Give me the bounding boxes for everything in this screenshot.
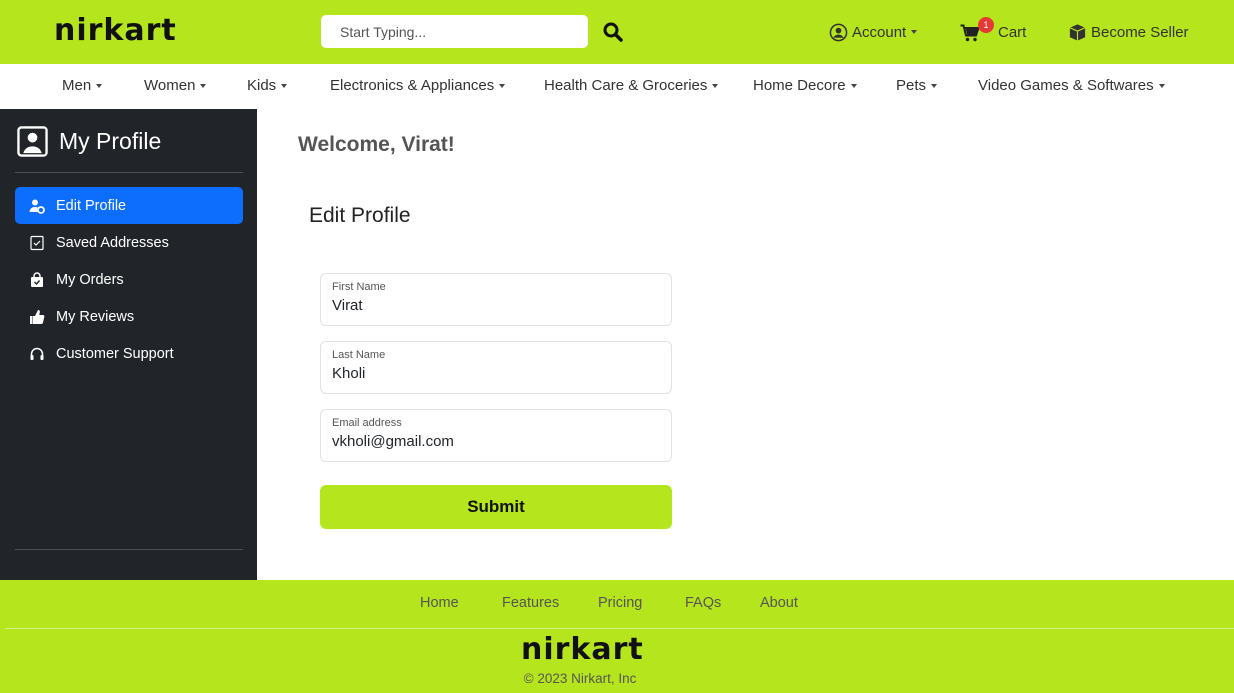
category-men[interactable]: Men	[62, 77, 103, 94]
brand-logo[interactable]: nirkart	[54, 13, 177, 48]
footer-link-pricing[interactable]: Pricing	[598, 595, 642, 611]
footer-divider	[5, 628, 1234, 629]
category-home-decore[interactable]: Home Decore	[753, 77, 857, 94]
bag-icon	[31, 271, 43, 287]
category-health-care[interactable]: Health Care & Groceries	[544, 77, 719, 94]
cart-label: Cart	[998, 23, 1027, 41]
footer-link-about[interactable]: About	[760, 595, 798, 611]
footer-link-faqs[interactable]: FAQs	[685, 595, 721, 611]
person-square-icon	[17, 126, 48, 157]
category-kids[interactable]: Kids	[247, 77, 288, 94]
email-label: Email address	[332, 417, 402, 429]
sidebar-item-saved-addresses[interactable]: Saved Addresses	[15, 224, 243, 261]
divider	[15, 549, 243, 550]
footer: Home Features Pricing FAQs About nirkart…	[0, 580, 1234, 693]
address-card-icon	[30, 235, 44, 250]
sidebar-title: My Profile	[17, 126, 161, 157]
headset-icon	[30, 347, 44, 360]
chevron-down-icon	[1158, 83, 1165, 88]
chevron-down-icon	[499, 83, 506, 88]
category-label: Men	[62, 77, 92, 94]
sidebar-item-label: Edit Profile	[56, 197, 127, 214]
box-icon	[1069, 23, 1086, 41]
category-pets[interactable]: Pets	[896, 77, 938, 94]
category-label: Video Games & Softwares	[978, 77, 1154, 94]
category-label: Kids	[247, 77, 277, 94]
category-electronics[interactable]: Electronics & Appliances	[330, 77, 506, 94]
sidebar-item-customer-support[interactable]: Customer Support	[15, 335, 243, 372]
welcome-heading: Welcome, Virat!	[298, 133, 455, 156]
user-circle-icon	[829, 23, 848, 41]
sidebar-item-label: My Orders	[56, 271, 124, 288]
chevron-down-icon	[200, 83, 207, 88]
profile-sidebar: My Profile Edit Profile Saved Addresses …	[0, 109, 257, 580]
category-label: Home Decore	[753, 77, 846, 94]
category-nav: Men Women Kids Electronics & Appliances …	[0, 64, 1234, 109]
category-video-games[interactable]: Video Games & Softwares	[978, 77, 1165, 94]
submit-button[interactable]: Submit	[320, 485, 672, 529]
copyright-text: © 2023 Nirkart, Inc	[523, 671, 637, 686]
first-name-input[interactable]	[332, 297, 662, 314]
category-label: Women	[144, 77, 196, 94]
category-label: Electronics & Appliances	[330, 77, 495, 94]
sidebar-item-edit-profile[interactable]: Edit Profile	[15, 187, 243, 224]
search-input[interactable]	[321, 15, 588, 48]
category-women[interactable]: Women	[144, 77, 207, 94]
cart-icon	[960, 24, 980, 42]
last-name-field[interactable]: Last Name	[320, 341, 672, 394]
email-input[interactable]	[332, 433, 662, 450]
chevron-down-icon	[850, 83, 857, 88]
footer-link-home[interactable]: Home	[420, 595, 459, 611]
user-gear-icon	[29, 199, 45, 214]
category-label: Health Care & Groceries	[544, 77, 708, 94]
account-dropdown[interactable]: Account	[829, 20, 918, 44]
sidebar-title-label: My Profile	[59, 128, 162, 154]
search-icon[interactable]	[602, 21, 624, 43]
last-name-input[interactable]	[332, 365, 662, 382]
thumbs-up-icon	[30, 309, 45, 324]
first-name-field[interactable]: First Name	[320, 273, 672, 326]
last-name-label: Last Name	[332, 349, 386, 361]
cart-link[interactable]: 1 Cart	[960, 17, 1027, 44]
sidebar-item-label: My Reviews	[56, 308, 135, 325]
chevron-down-icon	[96, 83, 103, 88]
chevron-down-icon	[281, 83, 288, 88]
account-label: Account	[852, 23, 907, 41]
cart-count-badge: 1	[978, 17, 994, 33]
footer-link-features[interactable]: Features	[502, 595, 559, 611]
chevron-down-icon	[931, 83, 938, 88]
edit-profile-title: Edit Profile	[309, 204, 411, 227]
footer-logo[interactable]: nirkart	[521, 632, 644, 667]
sidebar-item-label: Customer Support	[56, 345, 174, 362]
divider	[15, 172, 243, 173]
top-header: nirkart Account 1 Cart Become Seller	[0, 0, 1234, 64]
sidebar-item-my-orders[interactable]: My Orders	[15, 261, 243, 298]
sidebar-item-my-reviews[interactable]: My Reviews	[15, 298, 243, 335]
chevron-down-icon	[712, 83, 719, 88]
category-label: Pets	[896, 77, 927, 94]
become-seller-link[interactable]: Become Seller	[1068, 20, 1189, 44]
chevron-down-icon	[911, 30, 918, 34]
email-field[interactable]: Email address	[320, 409, 672, 462]
sidebar-item-label: Saved Addresses	[56, 234, 169, 251]
first-name-label: First Name	[332, 281, 386, 293]
become-seller-label: Become Seller	[1091, 23, 1189, 41]
